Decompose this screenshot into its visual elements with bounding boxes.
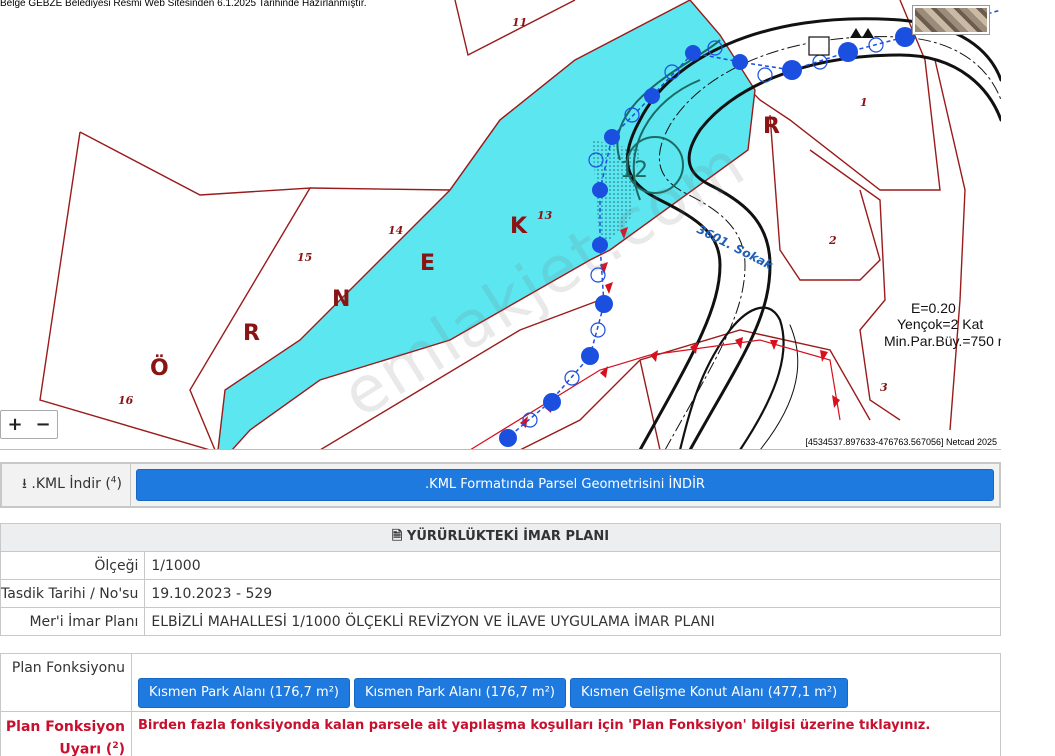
plan-warning-close: ) [118, 741, 125, 756]
document-icon: 🗎 [391, 528, 403, 544]
area-letter: N [332, 287, 350, 312]
plan-island-label: 12 [620, 158, 648, 183]
zoom-out-button[interactable]: − [29, 411, 57, 438]
tree-symbol [850, 28, 862, 38]
parcel-map[interactable]: 11 1 2 3 14 13 15 16 12 Ö R N E K R 3601… [0, 0, 1001, 450]
kml-label-close: ) [116, 476, 122, 492]
plan-warning-label: Plan Fonksiyon Uyarı (2) [0, 711, 132, 756]
kml-download-button[interactable]: .KML Formatında Parsel Geometrisini İNDİ… [136, 469, 994, 501]
table-row: Plan Fonksiyonu Kısmen Park Alanı (176,7… [0, 653, 1001, 712]
layer-switcher-thumbnail[interactable] [913, 6, 989, 34]
zoning-plan-header-text: YÜRÜRLÜKTEKİ İMAR PLANI [406, 528, 610, 544]
plan-function-button-park-2[interactable]: Kısmen Park Alanı (176,7 m²) [354, 678, 566, 708]
scale-value: 1/1000 [144, 551, 1001, 580]
plan-function-table: Plan Fonksiyonu Kısmen Park Alanı (176,7… [0, 653, 1001, 756]
table-row: Mer'i İmar Planı ELBİZLİ MAHALLESİ 1/100… [0, 607, 1001, 636]
area-letter: E [420, 251, 435, 276]
parcel-label: 11 [512, 16, 527, 29]
map-title: Belge GEBZE Belediyesi Resmi Web Sitesin… [0, 0, 367, 9]
zoning-plan-header: 🗎 YÜRÜRLÜKTEKİ İMAR PLANI [0, 523, 1001, 552]
tree-symbol [862, 28, 874, 38]
plan-warning-text: Birden fazla fonksiyonda kalan parsele a… [131, 711, 1001, 756]
approval-date-value: 19.10.2023 - 529 [144, 579, 1001, 608]
parcel-label: 13 [537, 209, 553, 222]
approval-date-label: Tasdik Tarihi / No'su [0, 579, 146, 608]
kml-label-text: .KML İndir ( [31, 476, 111, 492]
parcel-label: 14 [388, 224, 403, 237]
download-icon: ⭳ [22, 476, 27, 492]
kml-label: ⭳ .KML İndir (4) [0, 462, 131, 508]
area-letter: R [763, 114, 780, 139]
zoning-plan-table: 🗎 YÜRÜRLÜKTEKİ İMAR PLANI Ölçeği 1/1000 … [0, 523, 1001, 636]
parcel-label: 2 [828, 234, 837, 247]
mosque-symbol [808, 36, 830, 56]
zoning-notes: E=0.20 Yençok=2 Kat Min.Par.Büy.=750 m [884, 300, 1001, 349]
parcel-label: 3 [880, 381, 888, 394]
area-letter: Ö [150, 355, 169, 381]
kml-button-cell: .KML Formatında Parsel Geometrisini İNDİ… [130, 462, 1001, 508]
parcel-label: 1 [860, 96, 868, 109]
plan-function-button-park-1[interactable]: Kısmen Park Alanı (176,7 m²) [138, 678, 350, 708]
kml-download-row: ⭳ .KML İndir (4) .KML Formatında Parsel … [0, 462, 1001, 508]
selected-parcel[interactable] [217, 0, 756, 450]
plan-warning-label-text: Plan Fonksiyon Uyarı ( [5, 719, 125, 756]
zoning-note: Yençok=2 Kat [897, 316, 983, 332]
map-canvas[interactable]: 11 1 2 3 14 13 15 16 12 Ö R N E K R 3601… [0, 0, 1001, 450]
zoning-note: E=0.20 [911, 300, 956, 316]
current-plan-label: Mer'i İmar Planı [0, 607, 146, 636]
zoom-control: + − [0, 410, 58, 439]
plan-function-button-residential[interactable]: Kısmen Gelişme Konut Alanı (477,1 m²) [570, 678, 849, 708]
current-plan-value: ELBİZLİ MAHALLESİ 1/1000 ÖLÇEKLİ REVİZYO… [144, 607, 1001, 636]
table-row: Ölçeği 1/1000 [0, 551, 1001, 580]
area-letter: R [243, 321, 260, 346]
table-row: Plan Fonksiyon Uyarı (2) Birden fazla fo… [0, 711, 1001, 756]
table-row: Tasdik Tarihi / No'su 19.10.2023 - 529 [0, 579, 1001, 608]
parcel-label: 16 [118, 394, 134, 407]
parcel-label: 15 [297, 251, 312, 264]
area-letter: K [510, 214, 528, 239]
plan-function-label: Plan Fonksiyonu [0, 653, 132, 712]
scale-label: Ölçeği [0, 551, 146, 580]
map-coordinates: [4534537.897633-476763.567056] Netcad 20… [803, 437, 999, 447]
zoning-note: Min.Par.Büy.=750 m [884, 333, 1001, 349]
plan-function-buttons: Kısmen Park Alanı (176,7 m²) Kısmen Park … [131, 653, 1001, 712]
zoom-in-button[interactable]: + [1, 411, 29, 438]
